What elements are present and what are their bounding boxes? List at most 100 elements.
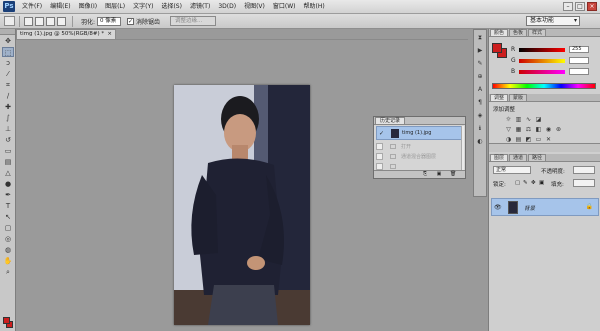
document-tab[interactable]: timg (1).jpg @ 50%(RGB/8#) * ×: [16, 29, 116, 39]
zoom-tool-icon[interactable]: ⌕: [2, 267, 14, 277]
black-white-icon[interactable]: ◧: [535, 126, 542, 133]
feather-input[interactable]: 0 像素: [97, 16, 122, 26]
history-source-checkbox[interactable]: [376, 153, 383, 160]
trash-icon[interactable]: 🗑: [450, 172, 456, 177]
lock-position-icon[interactable]: ✥: [531, 180, 536, 186]
menu-view[interactable]: 视图(V): [240, 0, 269, 14]
healing-brush-tool-icon[interactable]: ✚: [2, 102, 14, 112]
actions-panel-icon[interactable]: ▶: [475, 46, 485, 56]
menu-window[interactable]: 窗口(W): [269, 0, 300, 14]
red-slider[interactable]: [519, 48, 565, 52]
hand-tool-icon[interactable]: ✋: [2, 256, 14, 266]
blend-mode-select[interactable]: 正常: [493, 166, 531, 174]
foreground-color-swatch[interactable]: [3, 317, 10, 324]
menu-file[interactable]: 文件(F): [18, 0, 46, 14]
3d-rotate-tool-icon[interactable]: ◎: [2, 234, 14, 244]
tab-history[interactable]: 历史记录: [375, 117, 406, 124]
history-scrollbar[interactable]: [461, 126, 464, 171]
type-tool-icon[interactable]: T: [2, 201, 14, 211]
tab-layers[interactable]: 图层: [490, 154, 509, 161]
crop-tool-icon[interactable]: ⌗: [2, 80, 14, 90]
document-close-icon[interactable]: ×: [107, 30, 112, 39]
blur-tool-icon[interactable]: △: [2, 168, 14, 178]
hue-saturation-icon[interactable]: ▦: [515, 126, 522, 133]
refine-edge-button[interactable]: 调整边缘...: [170, 16, 217, 26]
levels-icon[interactable]: ▥: [515, 116, 522, 123]
blue-slider[interactable]: [519, 70, 565, 74]
minimize-button[interactable]: –: [563, 2, 573, 11]
photo-filter-icon[interactable]: ◉: [545, 126, 552, 133]
menu-help[interactable]: 帮助(H): [300, 0, 329, 14]
brightness-icon[interactable]: ☼: [505, 116, 512, 123]
clone-source-icon[interactable]: ⊕: [475, 72, 485, 82]
green-value-input[interactable]: [569, 57, 589, 64]
close-button[interactable]: ×: [587, 2, 597, 11]
posterize-icon[interactable]: ▤: [515, 136, 522, 143]
brush-panel-icon[interactable]: ✎: [475, 59, 485, 69]
history-brush-tool-icon[interactable]: ↺: [2, 135, 14, 145]
intersect-selection-icon[interactable]: [57, 16, 66, 26]
shape-tool-icon[interactable]: ▢: [2, 223, 14, 233]
new-document-from-state-icon[interactable]: ⎘: [422, 172, 428, 177]
history-item[interactable]: 通道混合器图层: [376, 152, 464, 161]
path-select-tool-icon[interactable]: ↖: [2, 212, 14, 222]
tab-masks[interactable]: 蒙版: [509, 94, 528, 101]
menu-edit[interactable]: 编辑(E): [46, 0, 74, 14]
tab-swatches[interactable]: 色板: [509, 29, 528, 36]
exposure-icon[interactable]: ◪: [535, 116, 542, 123]
dodge-tool-icon[interactable]: ●: [2, 179, 14, 189]
new-selection-icon[interactable]: [24, 16, 33, 26]
red-value-input[interactable]: 255: [569, 46, 589, 53]
menu-filter[interactable]: 滤镜(T): [186, 0, 214, 14]
lasso-tool-icon[interactable]: ↄ: [2, 58, 14, 68]
marquee-tool-icon[interactable]: ⬚: [2, 47, 14, 57]
vibrance-icon[interactable]: ▽: [505, 126, 512, 133]
selective-color-icon[interactable]: ✕: [545, 136, 552, 143]
snapshot-icon[interactable]: ▣: [436, 172, 442, 177]
paragraph-panel-icon[interactable]: ¶: [475, 98, 485, 108]
info-panel-icon[interactable]: ℹ: [475, 124, 485, 134]
curves-icon[interactable]: ∿: [525, 116, 532, 123]
blue-value-input[interactable]: [569, 68, 589, 75]
menu-image[interactable]: 图像(I): [75, 0, 101, 14]
fill-input[interactable]: [573, 179, 595, 187]
quick-select-tool-icon[interactable]: ⁄: [2, 69, 14, 79]
invert-icon[interactable]: ◑: [505, 136, 512, 143]
history-source-checkbox[interactable]: [376, 163, 383, 170]
color-spectrum-ramp[interactable]: [492, 83, 596, 89]
toolbox-grip[interactable]: [0, 29, 15, 35]
pen-tool-icon[interactable]: ✒: [2, 190, 14, 200]
opacity-input[interactable]: [573, 166, 595, 174]
green-slider[interactable]: [519, 59, 565, 63]
subtract-selection-icon[interactable]: [46, 16, 55, 26]
lock-all-icon[interactable]: ▣: [539, 180, 544, 186]
3d-panel-icon[interactable]: ◈: [475, 111, 485, 121]
add-selection-icon[interactable]: [35, 16, 44, 26]
tab-channels[interactable]: 通道: [509, 154, 528, 161]
tab-color[interactable]: 颜色: [490, 29, 509, 36]
move-tool-icon[interactable]: ✥: [2, 36, 14, 46]
3d-orbit-tool-icon[interactable]: ◍: [2, 245, 14, 255]
document-photo[interactable]: [174, 85, 310, 325]
brush-tool-icon[interactable]: ∫: [2, 113, 14, 123]
history-item[interactable]: 打开: [376, 142, 464, 151]
tab-paths[interactable]: 路径: [528, 154, 547, 161]
history-panel-icon[interactable]: ⧗: [475, 33, 485, 43]
history-source-checkbox[interactable]: [376, 143, 383, 150]
gradient-tool-icon[interactable]: ▤: [2, 157, 14, 167]
lock-transparent-icon[interactable]: ▢: [515, 180, 520, 186]
navigator-panel-icon[interactable]: ◐: [475, 137, 485, 147]
channel-mixer-icon[interactable]: ⊛: [555, 126, 562, 133]
lock-image-icon[interactable]: ✎: [523, 180, 528, 186]
character-panel-icon[interactable]: A: [475, 85, 485, 95]
visibility-eye-icon[interactable]: 👁: [494, 204, 502, 211]
foreground-color-swatch[interactable]: [492, 43, 502, 53]
eraser-tool-icon[interactable]: ▭: [2, 146, 14, 156]
workspace-select[interactable]: 基本功能: [526, 16, 580, 26]
color-balance-icon[interactable]: ⚖: [525, 126, 532, 133]
menu-layer[interactable]: 图层(L): [101, 0, 129, 14]
tab-styles[interactable]: 样式: [528, 29, 547, 36]
layer-row-background[interactable]: 👁 背景 🔒: [491, 198, 599, 216]
maximize-button[interactable]: □: [575, 2, 585, 11]
threshold-icon[interactable]: ◩: [525, 136, 532, 143]
